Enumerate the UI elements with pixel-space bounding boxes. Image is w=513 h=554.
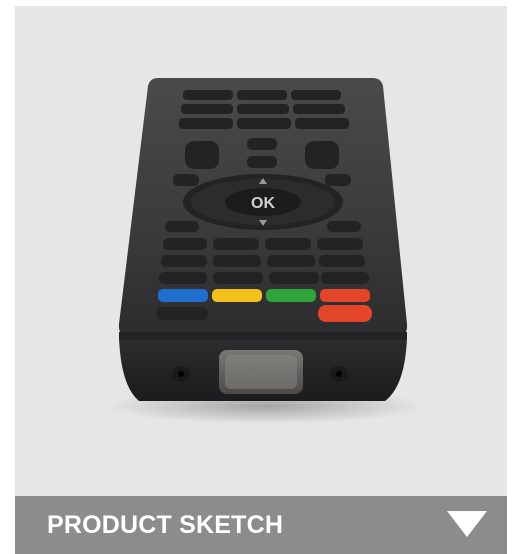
remote-control-image: OK [105,78,425,424]
yellow-key [212,289,262,302]
red-key [320,289,370,302]
power-button-image [318,305,372,322]
green-key [266,289,316,302]
product-sketch-toggle[interactable]: PRODUCT SKETCH [15,496,507,554]
footer-title: PRODUCT SKETCH [47,510,284,539]
product-card: OK PRODUCT SKETCH [15,6,507,554]
blue-key [158,289,208,302]
chevron-down-icon[interactable] [447,511,487,539]
ok-label: OK [251,195,275,212]
